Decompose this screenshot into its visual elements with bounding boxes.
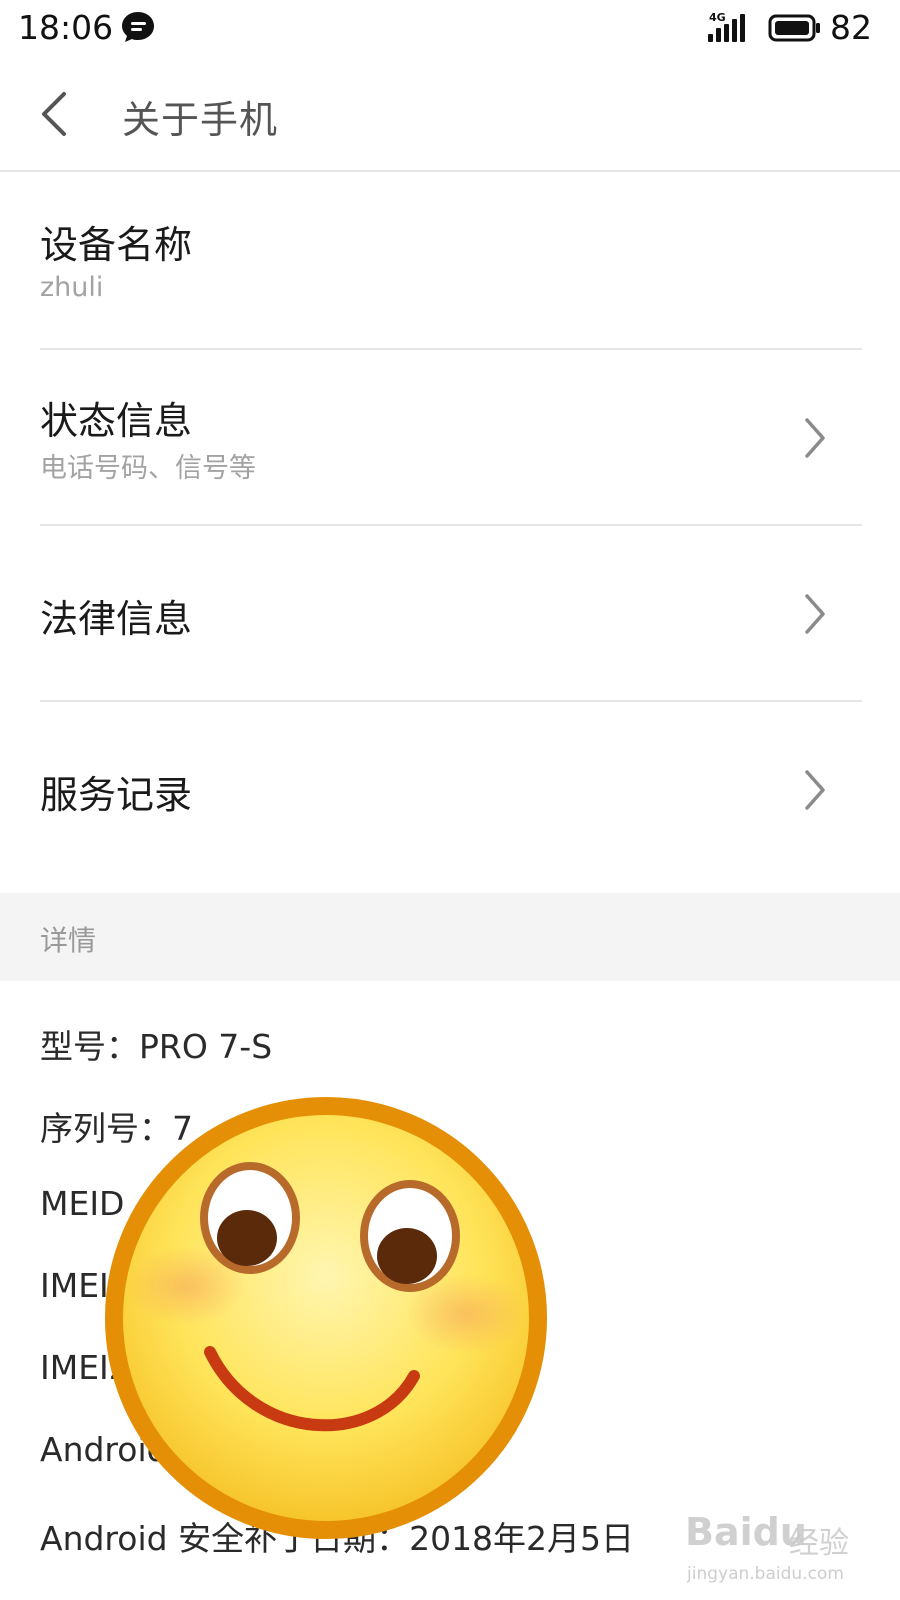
device-name-label: 设备名称 (40, 223, 193, 267)
watermark-text: 经验 (789, 1526, 849, 1561)
baidu-watermark: Baidu 经验 jingyan.baidu.com (685, 1510, 885, 1596)
status-time: 18:06 (18, 8, 114, 47)
message-icon (122, 12, 154, 42)
signal-icon (708, 14, 745, 42)
watermark-url: jingyan.baidu.com (687, 1564, 844, 1584)
service-records-label: 服务记录 (40, 773, 193, 817)
back-arrow-icon[interactable] (36, 90, 76, 138)
status-info-row[interactable]: 状态信息 电话号码、信号等 (0, 350, 900, 524)
chevron-right-icon (805, 594, 825, 634)
service-records-row[interactable]: 服务记录 (0, 702, 900, 876)
battery-icon (768, 14, 820, 42)
page-title: 关于手机 (122, 98, 279, 142)
legal-info-label: 法律信息 (40, 597, 193, 641)
battery-percent: 82 (830, 8, 872, 47)
status-info-label: 状态信息 (40, 399, 193, 443)
model-text: 型号：PRO 7-S (40, 1027, 273, 1066)
header: 关于手机 (0, 56, 900, 172)
legal-info-row[interactable]: 法律信息 (0, 526, 900, 700)
device-name-row[interactable]: 设备名称 zhuli (0, 172, 900, 348)
details-section-header: 详情 (0, 893, 900, 981)
details-section-label: 详情 (40, 924, 97, 957)
chevron-right-icon (805, 770, 825, 810)
device-name-value: zhuli (40, 272, 104, 303)
imei1-text: IMEI (40, 1266, 109, 1305)
chevron-right-icon (805, 418, 825, 458)
status-bar: 18:06 4G 82 (0, 0, 900, 56)
status-info-subtitle: 电话号码、信号等 (40, 453, 256, 484)
about-phone-screen: 18:06 4G 82 关于手机 设备名称 zhuli 状态信息 电话号码、信号… (0, 0, 900, 1600)
smiley-face-icon (105, 1097, 547, 1539)
